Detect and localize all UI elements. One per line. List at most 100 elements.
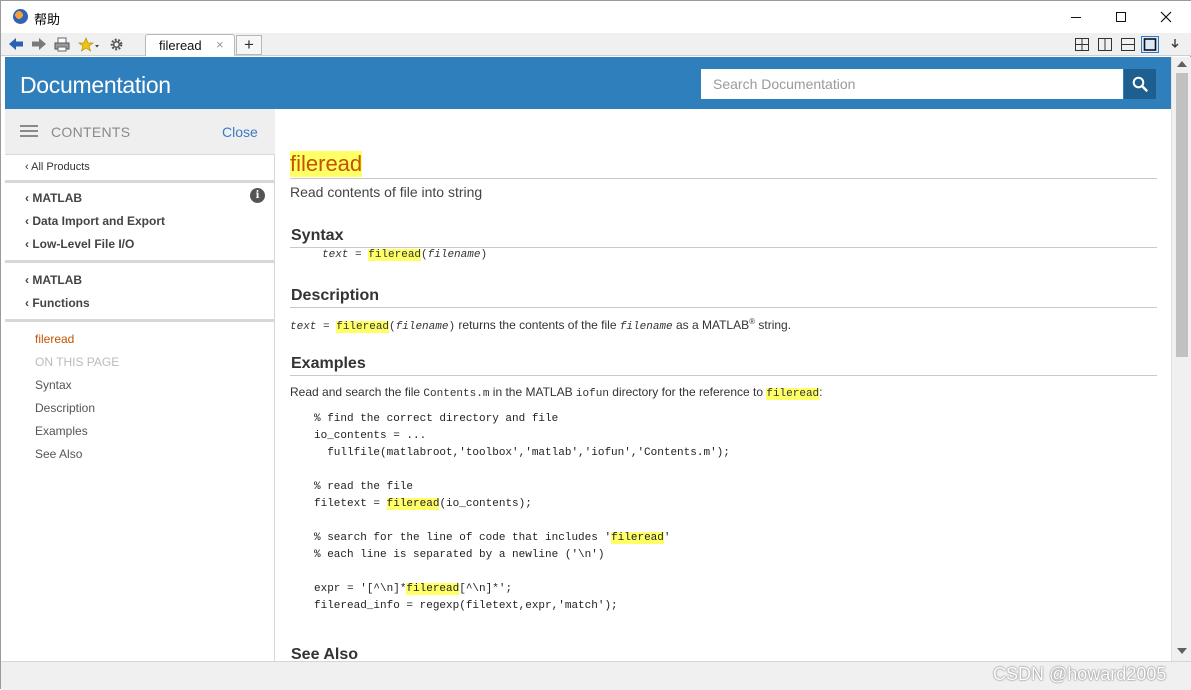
code-line: io_contents = ... (314, 430, 427, 442)
close-icon (1160, 11, 1172, 23)
layout-horizontal-split-icon[interactable] (1119, 36, 1137, 53)
info-icon[interactable]: i (250, 188, 265, 203)
page-title: fileread (290, 151, 363, 177)
examples-intro: Read and search the file Contents.m in t… (290, 385, 823, 400)
syntax-line: text = fileread(filename) (322, 249, 487, 261)
examples-text-4: : (819, 385, 823, 399)
search-icon (1132, 76, 1148, 92)
layout-vertical-split-icon[interactable] (1096, 36, 1114, 53)
examples-file: Contents.m (423, 388, 490, 400)
hamburger-menu-icon[interactable] (20, 125, 38, 138)
code-line: [^\n]*'; (459, 583, 513, 595)
desc-open-paren: ( (389, 321, 396, 333)
search-input[interactable] (701, 69, 1123, 99)
description-heading: Description (291, 287, 380, 304)
examples-dir: iofun (575, 388, 609, 400)
current-page-fileread[interactable]: fileread (35, 332, 74, 346)
code-line: ' (663, 532, 671, 544)
desc-equals: = (316, 321, 337, 333)
breadcrumb-low-level-file-io[interactable]: ‹ Low-Level File I/O (25, 237, 134, 251)
examples-text-1: Read and search the file (290, 385, 424, 399)
code-line: fileread_info = regexp(filetext,expr,'ma… (314, 600, 618, 612)
breadcrumb-matlab[interactable]: ‹ MATLAB (25, 191, 82, 205)
sidebar-header: CONTENTS Close (5, 109, 275, 155)
add-tab-button[interactable]: + (236, 35, 262, 55)
desc-argument-2: filename (619, 321, 673, 333)
doc-content: fileread Read contents of file into stri… (276, 109, 1171, 661)
syntax-close-paren: ) (480, 249, 488, 261)
divider (290, 375, 1157, 376)
code-highlight: fileread (611, 532, 664, 544)
scroll-down-icon[interactable] (1177, 648, 1187, 654)
divider (290, 247, 1157, 248)
breadcrumb-functions[interactable]: ‹ Functions (25, 296, 90, 310)
help-window: 帮助 fileread × + Documentation Search Doc… (0, 0, 1191, 690)
syntax-open-paren: ( (421, 249, 428, 261)
vertical-scrollbar[interactable] (1171, 57, 1191, 661)
syntax-heading: Syntax (291, 227, 344, 244)
settings-gear-icon[interactable] (107, 36, 125, 52)
code-line: % each line is separated by a newline ('… (314, 549, 605, 561)
desc-function: fileread (336, 321, 390, 333)
toc-description[interactable]: Description (35, 401, 95, 415)
browser-toolbar: fileread × + (1, 33, 1191, 56)
divider (5, 180, 275, 183)
breadcrumb-matlab-2[interactable]: ‹ MATLAB (25, 273, 82, 287)
desc-argument: filename (395, 321, 449, 333)
example-code-block: % find the correct directory and file io… (314, 411, 730, 615)
code-highlight: fileread (406, 583, 460, 595)
code-line: expr = '[^\n]* (314, 583, 407, 595)
favorites-star-icon[interactable] (77, 36, 101, 52)
header-title: Documentation (20, 72, 171, 98)
desc-output: text (290, 321, 317, 333)
tab-close-icon[interactable]: × (216, 37, 224, 52)
contents-sidebar: CONTENTS Close ‹ All Products ‹ MATLAB i… (5, 109, 275, 661)
breadcrumb-all-products[interactable]: ‹ All Products (25, 161, 90, 173)
syntax-function: fileread (368, 249, 422, 261)
scrollbar-thumb[interactable] (1176, 73, 1188, 357)
examples-heading: Examples (291, 355, 366, 372)
purpose-text: Read contents of file into string (290, 184, 483, 200)
title-bar: 帮助 (1, 1, 1191, 33)
code-line: % read the file (314, 481, 414, 493)
code-highlight: fileread (386, 498, 440, 510)
on-this-page-label: ON THIS PAGE (35, 355, 120, 369)
desc-text-2: as a MATLAB (672, 318, 750, 332)
print-icon[interactable] (53, 36, 71, 52)
close-sidebar-link[interactable]: Close (222, 124, 258, 140)
contents-label: CONTENTS (51, 124, 131, 140)
layout-grid-icon[interactable] (1073, 36, 1091, 53)
code-line: fullfile(matlabroot,'toolbox','matlab','… (314, 447, 730, 459)
close-window-button[interactable] (1143, 1, 1189, 33)
toc-see-also[interactable]: See Also (35, 447, 82, 461)
divider (290, 307, 1157, 308)
layout-single-icon[interactable] (1141, 36, 1159, 53)
window-title: 帮助 (34, 12, 61, 27)
toc-syntax[interactable]: Syntax (35, 378, 72, 392)
documentation-header: Documentation (5, 57, 1171, 109)
tab-label: fileread (159, 38, 202, 53)
examples-text-3: directory for the reference to (608, 385, 767, 399)
back-arrow-icon[interactable] (7, 36, 25, 52)
maximize-button[interactable] (1098, 1, 1144, 33)
desc-text-1: returns the contents of the file (455, 318, 620, 332)
scroll-up-icon[interactable] (1177, 61, 1187, 67)
breadcrumb-data-import-export[interactable]: ‹ Data Import and Export (25, 214, 165, 228)
minimize-button[interactable] (1053, 1, 1099, 33)
forward-arrow-icon[interactable] (30, 36, 48, 52)
examples-function-link[interactable]: fileread (766, 388, 820, 400)
tab-fileread[interactable]: fileread × (145, 34, 235, 56)
watermark: CSDN @howard2005 (993, 664, 1167, 684)
dock-arrow-icon[interactable] (1168, 36, 1182, 52)
maximize-icon (1116, 12, 1126, 22)
minimize-icon (1071, 16, 1081, 18)
toc-examples[interactable]: Examples (35, 424, 88, 438)
syntax-output: text (322, 249, 349, 261)
code-line: % search for the line of code that inclu… (314, 532, 612, 544)
divider (5, 260, 275, 263)
syntax-argument: filename (427, 249, 481, 261)
divider (290, 178, 1157, 179)
search-button[interactable] (1124, 69, 1156, 99)
examples-text-2: in the MATLAB (489, 385, 576, 399)
code-line: filetext = (314, 498, 387, 510)
